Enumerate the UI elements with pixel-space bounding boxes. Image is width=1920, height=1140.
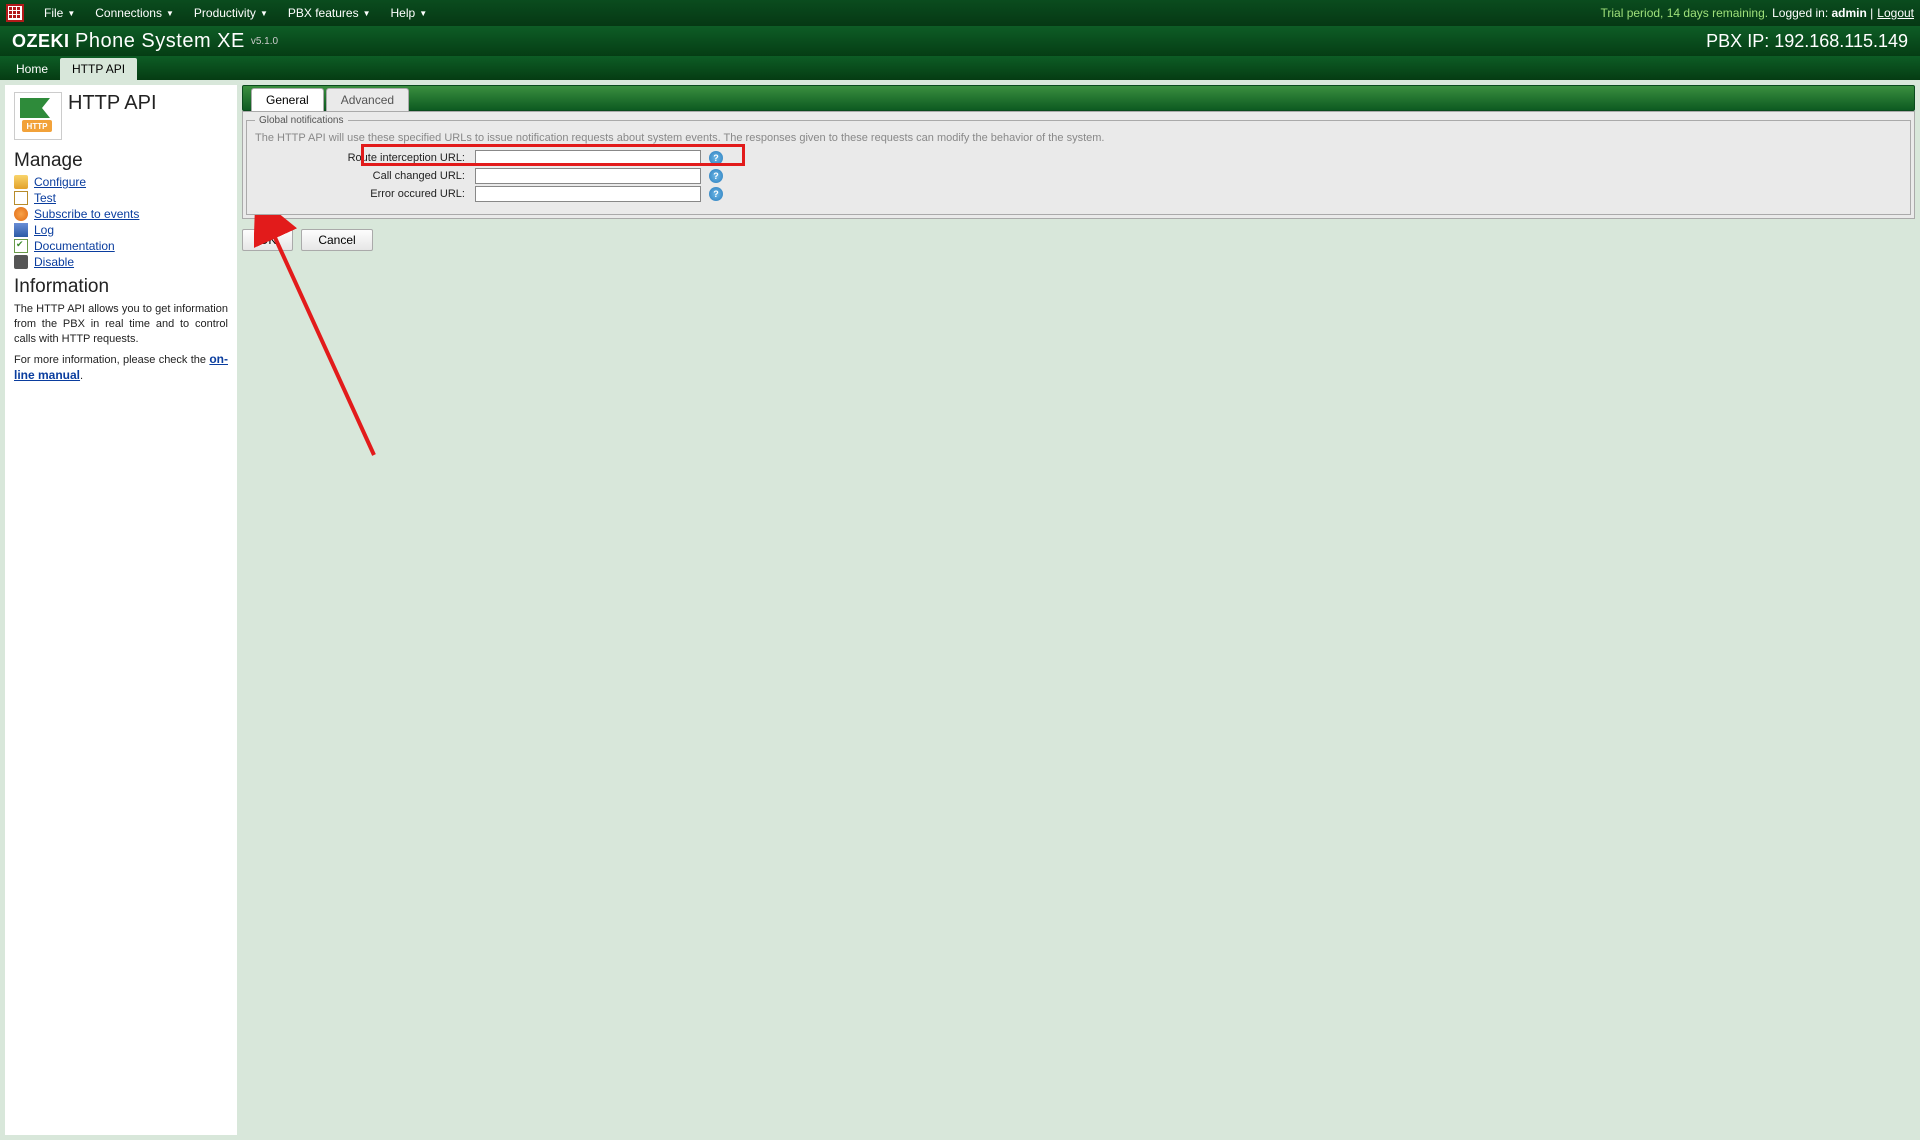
sidebar: HTTP HTTP API Manage Configure Test Subs… <box>5 85 237 1135</box>
settings-tab-strip: General Advanced <box>242 85 1915 111</box>
input-route-url[interactable] <box>475 150 701 166</box>
caret-icon: ▼ <box>166 9 174 18</box>
menu-productivity[interactable]: Productivity ▼ <box>184 0 278 26</box>
version-label: v5.1.0 <box>251 36 278 47</box>
sidebar-item-documentation: Documentation <box>14 238 228 254</box>
input-call-url[interactable] <box>475 168 701 184</box>
help-icon[interactable]: ? <box>709 187 723 201</box>
svg-text:HTTP: HTTP <box>27 122 49 131</box>
pbx-ip: PBX IP: 192.168.115.149 <box>1706 31 1908 52</box>
subscribe-link[interactable]: Subscribe to events <box>34 207 139 221</box>
sidebar-item-configure: Configure <box>14 174 228 190</box>
row-call-changed: Call changed URL: ? <box>255 168 1902 184</box>
menu-pbxfeatures-label: PBX features <box>288 6 359 20</box>
main-tab-strip: Home HTTP API <box>0 56 1920 80</box>
information-header: Information <box>14 276 228 298</box>
menu-connections-label: Connections <box>95 6 162 20</box>
label-call-url: Call changed URL: <box>255 170 475 182</box>
annotation-arrow-icon <box>254 215 414 475</box>
configure-icon <box>14 175 28 189</box>
documentation-link[interactable]: Documentation <box>34 239 115 253</box>
input-error-url[interactable] <box>475 186 701 202</box>
label-error-url: Error occured URL: <box>255 188 475 200</box>
brand-product: Phone System XE <box>75 30 245 52</box>
caret-icon: ▼ <box>260 9 268 18</box>
tab-general[interactable]: General <box>251 88 324 111</box>
configure-link[interactable]: Configure <box>34 175 86 189</box>
info-p2-suffix: . <box>80 370 83 382</box>
documentation-icon <box>14 239 28 253</box>
row-error-occured: Error occured URL: ? <box>255 186 1902 202</box>
disable-icon <box>14 255 28 269</box>
menu-help[interactable]: Help▼ <box>381 0 438 26</box>
help-icon[interactable]: ? <box>709 151 723 165</box>
label-route-url: Route interception URL: <box>255 152 475 164</box>
tab-advanced[interactable]: Advanced <box>326 88 409 111</box>
maintab-httpapi[interactable]: HTTP API <box>60 58 137 80</box>
subscribe-icon <box>14 207 28 221</box>
sidebar-item-subscribe: Subscribe to events <box>14 206 228 222</box>
menu-help-label: Help <box>391 6 416 20</box>
manage-header: Manage <box>14 150 228 172</box>
top-menubar: File ▼ Connections ▼ Productivity ▼ PBX fea… <box>0 0 1920 26</box>
fieldset-legend: Global notifications <box>255 115 348 126</box>
info-paragraph-1: The HTTP API allows you to get informati… <box>14 302 228 347</box>
content-area: General Advanced Global notifications Th… <box>242 85 1915 1135</box>
caret-icon: ▼ <box>67 9 75 18</box>
test-link[interactable]: Test <box>34 191 56 205</box>
info-paragraph-2: For more information, please check the o… <box>14 351 228 385</box>
caret-icon: ▼ <box>419 9 427 18</box>
sidebar-item-disable: Disable <box>14 254 228 270</box>
sidebar-title: HTTP API <box>68 92 157 115</box>
row-route-interception: Route interception URL: ? <box>255 150 1902 166</box>
maintab-home[interactable]: Home <box>4 58 60 80</box>
menu-connections[interactable]: Connections ▼ <box>85 0 184 26</box>
menu-productivity-label: Productivity <box>194 6 256 20</box>
logged-in-text: Logged in: admin | <box>1772 6 1873 20</box>
log-icon <box>14 223 28 237</box>
logged-user: admin <box>1832 6 1867 20</box>
menu-file[interactable]: File ▼ <box>34 0 85 26</box>
logged-prefix: Logged in: <box>1772 6 1831 20</box>
caret-icon: ▼ <box>363 9 371 18</box>
menu-pbxfeatures[interactable]: PBX features ▼ <box>278 0 381 26</box>
title-bar: OZEKI Phone System XE v5.1.0 PBX IP: 192… <box>0 26 1920 56</box>
http-api-icon: HTTP <box>14 92 62 140</box>
ip-label: PBX IP: <box>1706 31 1774 51</box>
info-p2-prefix: For more information, please check the <box>14 354 209 366</box>
log-link[interactable]: Log <box>34 223 54 237</box>
disable-link[interactable]: Disable <box>34 255 74 269</box>
ip-value: 192.168.115.149 <box>1774 31 1908 51</box>
brand-ozeki: OZEKI <box>12 31 70 51</box>
ok-button[interactable]: OK <box>242 229 293 251</box>
trial-status: Trial period, 14 days remaining. <box>1600 6 1768 20</box>
settings-panel: Global notifications The HTTP API will u… <box>242 111 1915 219</box>
app-logo-icon <box>6 4 24 22</box>
help-icon[interactable]: ? <box>709 169 723 183</box>
fieldset-description: The HTTP API will use these specified UR… <box>255 132 1902 144</box>
logout-link[interactable]: Logout <box>1877 6 1914 20</box>
sidebar-item-test: Test <box>14 190 228 206</box>
test-icon <box>14 191 28 205</box>
global-notifications-fieldset: Global notifications The HTTP API will u… <box>246 115 1911 215</box>
cancel-button[interactable]: Cancel <box>301 229 372 251</box>
button-row: OK Cancel <box>242 229 1915 251</box>
menu-file-label: File <box>44 6 63 20</box>
sidebar-item-log: Log <box>14 222 228 238</box>
